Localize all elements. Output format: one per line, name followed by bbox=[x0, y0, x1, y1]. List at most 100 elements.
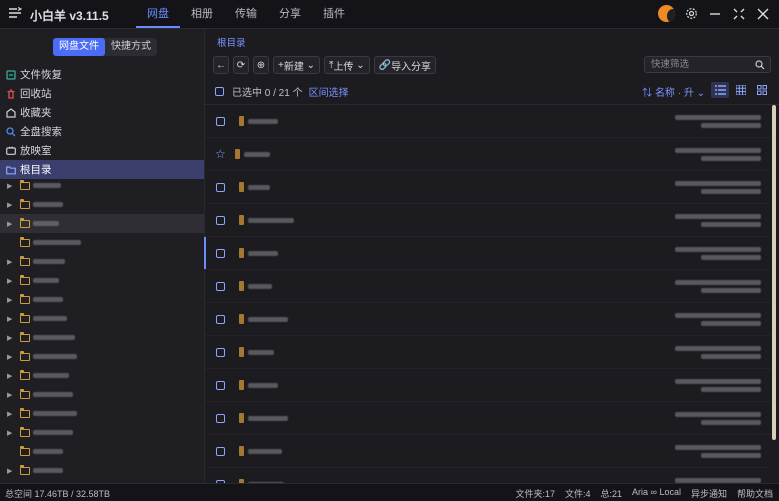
tree-folder-row[interactable]: ▶ bbox=[0, 347, 204, 366]
upload-button[interactable]: ⤒ 上传 ⌄ bbox=[324, 56, 370, 74]
file-row[interactable] bbox=[205, 105, 771, 138]
breadcrumb[interactable]: 根目录 bbox=[217, 35, 246, 49]
tree-folder-row[interactable]: ▶ bbox=[0, 271, 204, 290]
file-row[interactable] bbox=[205, 435, 771, 468]
settings-icon[interactable] bbox=[683, 6, 699, 22]
favorite-star-icon[interactable]: ☆ bbox=[215, 148, 227, 160]
file-row[interactable] bbox=[205, 303, 771, 336]
refresh-button[interactable]: ⟳ bbox=[233, 56, 249, 74]
async-notify[interactable]: 异步通知 bbox=[691, 487, 727, 500]
menu-icon[interactable] bbox=[8, 6, 22, 20]
folder-name-obscured bbox=[33, 468, 63, 473]
file-row[interactable] bbox=[205, 402, 771, 435]
back-button[interactable]: ← bbox=[213, 56, 229, 74]
locate-button[interactable]: ⊕ bbox=[253, 56, 269, 74]
sort-label: 名称 · 升 bbox=[654, 88, 694, 99]
import-share-button[interactable]: 🔗 导入分享 bbox=[373, 56, 437, 74]
tab-transfer[interactable]: 传输 bbox=[224, 0, 268, 28]
tree-folder-row[interactable]: ▶ bbox=[0, 176, 204, 195]
file-row[interactable] bbox=[205, 270, 771, 303]
row-checkbox[interactable] bbox=[216, 446, 225, 456]
quick-filter-input[interactable] bbox=[645, 57, 751, 72]
sort-control[interactable]: ⇅ 名称 · 升 ⌄ bbox=[642, 84, 705, 99]
row-checkbox[interactable] bbox=[216, 182, 225, 192]
minimize-icon[interactable] bbox=[707, 6, 723, 22]
sidebar-item-recovery[interactable]: 文件恢复 bbox=[0, 65, 204, 84]
row-checkbox[interactable] bbox=[216, 281, 225, 291]
scrollbar[interactable] bbox=[772, 105, 776, 440]
tree-folder-row[interactable]: ▶ bbox=[0, 404, 204, 423]
tab-album[interactable]: 相册 bbox=[180, 0, 224, 28]
expand-arrow-icon[interactable]: ▶ bbox=[7, 467, 13, 475]
tree-folder-row[interactable]: ▶ bbox=[0, 423, 204, 442]
row-checkbox[interactable] bbox=[216, 347, 225, 357]
list-view-icon[interactable] bbox=[711, 82, 729, 98]
expand-arrow-icon[interactable]: ▶ bbox=[7, 220, 13, 228]
tree-folder-row[interactable]: ▶ bbox=[0, 328, 204, 347]
close-icon[interactable] bbox=[755, 6, 771, 22]
tree-folder-row[interactable]: ▶ bbox=[0, 385, 204, 404]
avatar[interactable] bbox=[658, 5, 675, 22]
file-size-obscured bbox=[701, 288, 761, 293]
row-checkbox[interactable] bbox=[216, 116, 225, 126]
file-meta-obscured bbox=[675, 379, 765, 395]
expand-arrow-icon[interactable]: ▶ bbox=[7, 258, 13, 266]
segment-shortcuts[interactable]: 快捷方式 bbox=[105, 38, 157, 56]
expand-arrow-icon[interactable]: ▶ bbox=[7, 353, 13, 361]
file-row[interactable] bbox=[205, 204, 771, 237]
tree-folder-row[interactable]: ▶ bbox=[0, 233, 204, 252]
tv-icon bbox=[6, 146, 16, 156]
file-list: ☆ bbox=[204, 105, 771, 501]
tree-folder-row[interactable]: ▶ bbox=[0, 290, 204, 309]
tree-folder-row[interactable]: ▶ bbox=[0, 309, 204, 328]
row-checkbox[interactable] bbox=[216, 248, 225, 258]
tree-folder-row[interactable]: ▶ bbox=[0, 366, 204, 385]
tree-folder-row[interactable]: ▶ bbox=[0, 214, 204, 233]
tree-folder-row[interactable]: ▶ bbox=[0, 442, 204, 461]
expand-arrow-icon[interactable]: ▶ bbox=[7, 391, 13, 399]
tab-cloud[interactable]: 网盘 bbox=[136, 0, 180, 28]
expand-arrow-icon[interactable]: ▶ bbox=[7, 296, 13, 304]
large-grid-view-icon[interactable] bbox=[753, 82, 771, 98]
expand-arrow-icon[interactable]: ▶ bbox=[7, 334, 13, 342]
tree-folder-row[interactable]: ▶ bbox=[0, 252, 204, 271]
expand-arrow-icon[interactable]: ▶ bbox=[7, 182, 13, 190]
tab-share[interactable]: 分享 bbox=[268, 0, 312, 28]
expand-arrow-icon[interactable]: ▶ bbox=[7, 201, 13, 209]
expand-arrow-icon[interactable]: ▶ bbox=[7, 372, 13, 380]
sidebar-item-screening-room[interactable]: 放映室 bbox=[0, 141, 204, 160]
row-checkbox[interactable] bbox=[216, 314, 225, 324]
file-row[interactable] bbox=[205, 369, 771, 402]
expand-arrow-icon[interactable]: ▶ bbox=[7, 277, 13, 285]
tree-folder-row[interactable]: ▶ bbox=[0, 195, 204, 214]
expand-arrow-icon[interactable]: ▶ bbox=[7, 315, 13, 323]
file-row[interactable]: ☆ bbox=[205, 138, 771, 171]
expand-arrow-icon[interactable]: ▶ bbox=[7, 429, 13, 437]
file-row[interactable] bbox=[205, 336, 771, 369]
sidebar-item-trash[interactable]: 回收站 bbox=[0, 84, 204, 103]
segment-cloud-files[interactable]: 网盘文件 bbox=[53, 38, 105, 56]
sidebar-item-label: 收藏夹 bbox=[20, 107, 52, 119]
file-row[interactable] bbox=[205, 171, 771, 204]
maximize-icon[interactable] bbox=[731, 6, 747, 22]
select-all-checkbox[interactable] bbox=[215, 86, 224, 96]
expand-arrow-icon[interactable]: ▶ bbox=[7, 410, 13, 418]
grid-view-icon[interactable] bbox=[732, 82, 750, 98]
row-checkbox[interactable] bbox=[216, 380, 225, 390]
new-button[interactable]: + 新建 ⌄ bbox=[273, 56, 321, 74]
target-icon: ⊕ bbox=[256, 59, 266, 71]
search-icon[interactable] bbox=[755, 60, 765, 70]
tree-folder-row[interactable]: ▶ bbox=[0, 461, 204, 480]
range-select-link[interactable]: 区间选择 bbox=[309, 84, 349, 99]
row-checkbox[interactable] bbox=[216, 215, 225, 225]
status-right: 文件夹:17 文件:4 总:21 Aria ∞ Local 异步通知 帮助文档 bbox=[515, 487, 773, 500]
row-checkbox[interactable] bbox=[216, 413, 225, 423]
help-docs[interactable]: 帮助文档 bbox=[737, 487, 773, 500]
sidebar-item-favorites[interactable]: 收藏夹 bbox=[0, 103, 204, 122]
aria-status[interactable]: Aria ∞ Local bbox=[632, 487, 681, 500]
file-row[interactable] bbox=[204, 237, 771, 270]
file-size-obscured bbox=[701, 255, 761, 260]
sidebar-item-search[interactable]: 全盘搜索 bbox=[0, 122, 204, 141]
tab-plugins[interactable]: 插件 bbox=[312, 0, 356, 28]
folder-name-obscured bbox=[33, 278, 59, 283]
